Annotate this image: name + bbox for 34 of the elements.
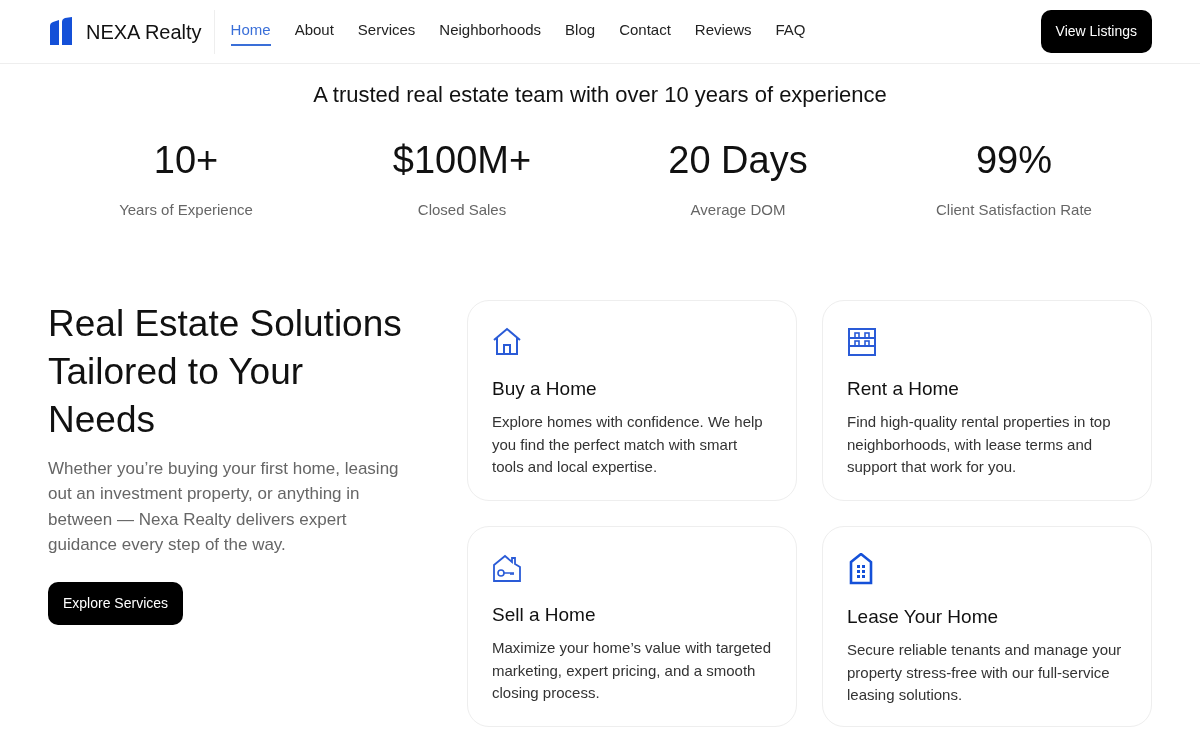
card-title: Lease Your Home bbox=[847, 604, 1000, 629]
stat-label: Closed Sales bbox=[416, 200, 508, 220]
view-listings-button[interactable]: View Listings bbox=[1040, 10, 1152, 53]
card-title: Rent a Home bbox=[847, 376, 960, 401]
stats-heading: A trusted real estate team with over 10 years of experience bbox=[312, 81, 888, 109]
nav-link[interactable]: Contact bbox=[619, 17, 671, 46]
nav-link[interactable]: FAQ bbox=[775, 17, 806, 46]
nav-link[interactable]: Blog bbox=[565, 17, 596, 46]
card-description: Maximize your home’s value with targeted marketing, expert pricing, and a smooth closing process. bbox=[492, 638, 772, 703]
card-description: Explore homes with confidence. We help you find the perfect match with smart tools and local expertise. bbox=[492, 412, 764, 477]
card-title: Sell a Home bbox=[492, 602, 597, 627]
card-description: Find high-quality rental properties in top neighborhoods, with lease terms and support that work for you. bbox=[847, 412, 1112, 477]
house-key-icon bbox=[492, 552, 522, 583]
intro-paragraph: Whether you’re buying your first home, leasing out an investment property, or anything in between — Nexa Realty delivers expert guidance every step of the way. bbox=[48, 457, 400, 556]
stat-value: 20 Days bbox=[667, 141, 809, 179]
stat-value: $100M+ bbox=[391, 141, 533, 179]
section-heading: Real Estate Solutions Tailored to Your Needs bbox=[48, 301, 403, 442]
explore-services-button[interactable]: Explore Services bbox=[48, 581, 184, 625]
nav-link[interactable]: Services bbox=[357, 17, 416, 46]
nav-link[interactable]: Home bbox=[230, 17, 271, 46]
stat-label: Average DOM bbox=[689, 200, 787, 220]
stat-value: 10+ bbox=[152, 141, 220, 179]
house-icon bbox=[492, 326, 522, 357]
stat-value: 99% bbox=[974, 141, 1054, 179]
nav-link[interactable]: Neighborhoods bbox=[439, 17, 542, 46]
nav-link[interactable]: Reviews bbox=[694, 17, 752, 46]
logo-icon bbox=[48, 16, 74, 47]
brand-name[interactable]: NEXA Realty bbox=[86, 16, 202, 47]
stat-label: Years of Experience bbox=[118, 200, 254, 220]
stat-label: Client Satisfaction Rate bbox=[935, 200, 1093, 220]
nav-link[interactable]: About bbox=[294, 17, 334, 46]
card-title: Buy a Home bbox=[492, 376, 598, 401]
card-description: Secure reliable tenants and manage your property stress-free with our full-service leasing solutions. bbox=[847, 640, 1123, 705]
building-icon bbox=[847, 326, 877, 357]
